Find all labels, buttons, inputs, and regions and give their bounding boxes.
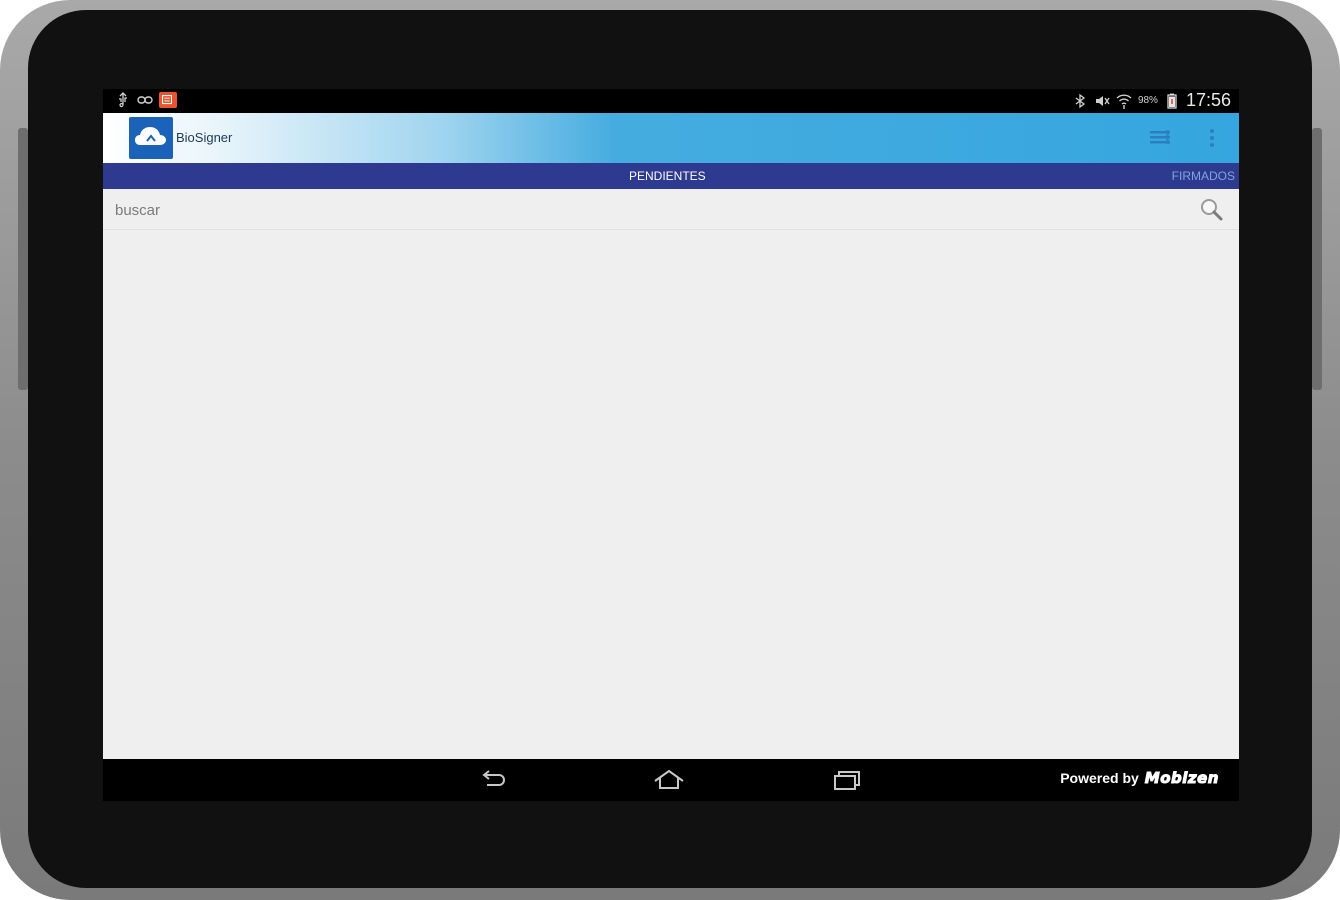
tab-strip: PENDIENTES FIRMADOS <box>103 163 1239 189</box>
status-bar-system: 98% 17:56 <box>1072 90 1231 111</box>
back-icon[interactable] <box>475 767 511 793</box>
status-clock: 17:56 <box>1185 90 1231 110</box>
navigation-bar: Powered by Mobizen <box>103 759 1239 801</box>
app-title: BioSigner <box>176 130 233 145</box>
action-bar: BioSigner <box>103 113 1239 163</box>
tablet-side-button-right <box>1312 128 1322 390</box>
documents-list <box>103 230 1239 759</box>
search-bar <box>103 189 1239 230</box>
wifi-icon <box>1116 93 1132 109</box>
bluetooth-icon <box>1072 93 1088 109</box>
tablet-side-button-left <box>18 128 28 390</box>
usb-icon <box>115 92 131 108</box>
battery-icon <box>1164 93 1180 109</box>
notification-badge-icon <box>159 92 177 108</box>
powered-by-label: Powered by <box>1060 770 1139 786</box>
home-icon[interactable] <box>651 767 687 793</box>
recents-icon[interactable] <box>829 767 865 793</box>
tab-firmados[interactable]: FIRMADOS <box>1172 169 1235 183</box>
mobizen-logo: Mobizen <box>1144 769 1219 788</box>
list-view-icon[interactable] <box>1147 125 1173 151</box>
powered-by-watermark: Powered by Mobizen <box>1060 769 1219 788</box>
search-input[interactable] <box>113 197 1177 223</box>
cloud-logo-icon[interactable] <box>129 117 173 159</box>
tab-pendientes[interactable]: PENDIENTES <box>629 169 706 183</box>
overflow-menu-icon[interactable] <box>1199 125 1225 151</box>
status-bar: 98% 17:56 <box>103 89 1239 113</box>
main-content <box>103 189 1239 759</box>
mute-icon <box>1094 93 1110 109</box>
tablet-screen: 98% 17:56 BioSigner PENDIENTES FIRMADOS … <box>103 89 1239 801</box>
search-icon[interactable] <box>1199 197 1225 223</box>
battery-percentage: 98% <box>1137 95 1158 106</box>
link-icon <box>137 92 153 108</box>
device-screenshot: 98% 17:56 BioSigner PENDIENTES FIRMADOS … <box>0 0 1340 900</box>
status-bar-notifications <box>115 92 177 108</box>
